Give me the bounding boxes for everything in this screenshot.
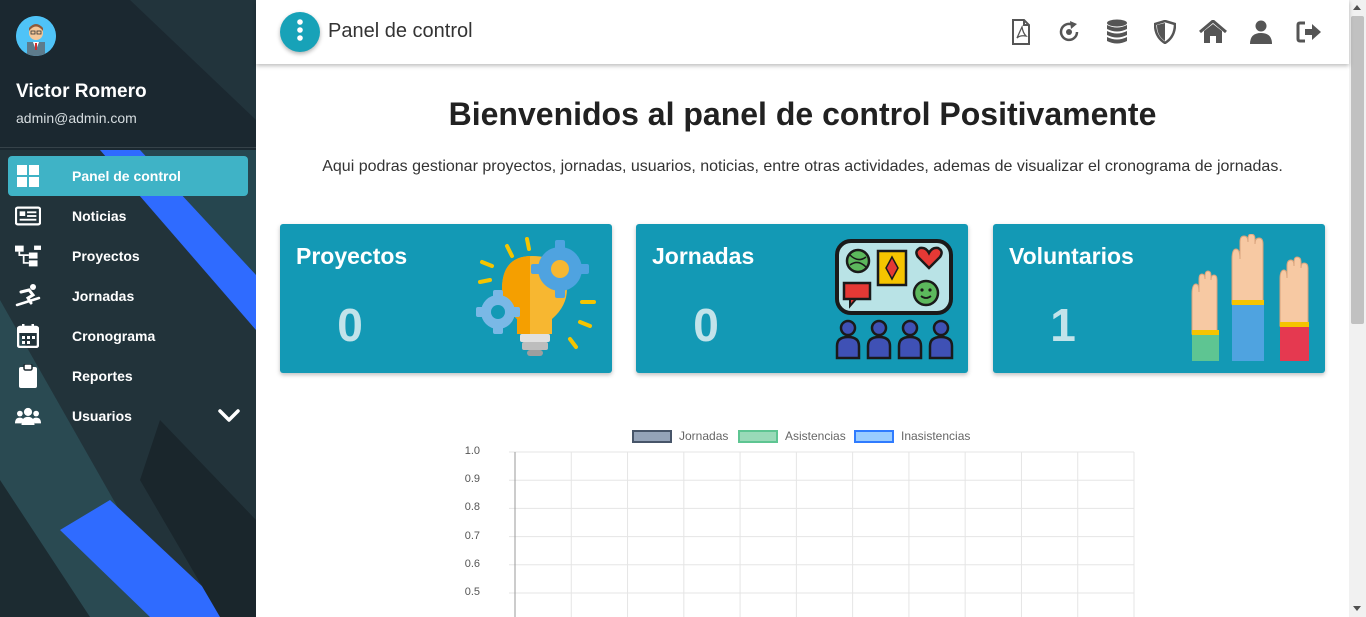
scroll-down-icon[interactable] bbox=[1353, 606, 1361, 611]
logout-icon[interactable] bbox=[1295, 18, 1323, 46]
sidebar-item-label: Noticias bbox=[72, 208, 127, 224]
card-proyectos[interactable]: Proyectos 0 bbox=[280, 224, 612, 373]
sidebar-item-panel-de-control[interactable]: Panel de control bbox=[8, 156, 248, 196]
chevron-down-icon[interactable] bbox=[218, 406, 240, 426]
card-jornadas[interactable]: Jornadas 0 bbox=[636, 224, 968, 373]
sitemap-icon bbox=[15, 244, 41, 268]
kebab-menu-icon bbox=[296, 18, 304, 46]
home-icon[interactable] bbox=[1199, 18, 1227, 46]
scroll-up-icon[interactable] bbox=[1353, 5, 1361, 10]
menu-button[interactable] bbox=[280, 12, 320, 52]
welcome-heading: Bienvenidos al panel de control Positiva… bbox=[448, 96, 1157, 132]
raised-hands-icon bbox=[1191, 234, 1309, 361]
sidebar-item-label: Proyectos bbox=[72, 248, 140, 264]
sidebar-item-label: Usuarios bbox=[72, 408, 132, 424]
refresh-icon[interactable] bbox=[1055, 18, 1083, 46]
welcome-subtitle: Aqui podras gestionar proyectos, jornada… bbox=[322, 158, 1283, 175]
sidebar-item-reportes[interactable]: Reportes bbox=[8, 356, 248, 396]
card-value: 0 bbox=[693, 299, 719, 351]
card-title: Proyectos bbox=[296, 243, 408, 269]
card-title: Voluntarios bbox=[1009, 243, 1134, 269]
page-title: Panel de control bbox=[328, 20, 473, 42]
jornadas-chart: Jornadas Asistencias Inasistencias 1.0 0.9 0… bbox=[436, 414, 1156, 617]
sidebar-item-noticias[interactable]: Noticias bbox=[8, 196, 248, 236]
sidebar-item-label: Reportes bbox=[72, 368, 133, 384]
dashboard-icon bbox=[15, 164, 41, 188]
user-name: Victor Romero bbox=[16, 81, 147, 102]
page-scrollbar[interactable] bbox=[1349, 0, 1366, 617]
sidebar-item-cronograma[interactable]: Cronograma bbox=[8, 316, 248, 356]
chart-plot-area bbox=[509, 451, 1135, 617]
topbar: Panel de control bbox=[256, 0, 1349, 64]
card-voluntarios[interactable]: Voluntarios 1 bbox=[993, 224, 1325, 373]
sidebar-item-jornadas[interactable]: Jornadas bbox=[8, 276, 248, 316]
file-pdf-icon[interactable] bbox=[1007, 18, 1035, 46]
database-icon[interactable] bbox=[1103, 18, 1131, 46]
snowboarding-icon bbox=[15, 284, 41, 308]
sidebar-item-label: Jornadas bbox=[72, 288, 135, 304]
sidebar: Victor Romero admin@admin.com Panel de c… bbox=[0, 0, 256, 617]
main-content: Bienvenidos al panel de control Positiva… bbox=[256, 64, 1349, 617]
sidebar-item-label: Panel de control bbox=[72, 168, 181, 184]
card-value: 1 bbox=[1050, 299, 1076, 351]
user-icon[interactable] bbox=[1247, 18, 1275, 46]
sidebar-item-proyectos[interactable]: Proyectos bbox=[8, 236, 248, 276]
meeting-board-icon bbox=[835, 239, 954, 360]
sidebar-item-label: Cronograma bbox=[72, 328, 156, 344]
sidebar-item-usuarios[interactable]: Usuarios bbox=[8, 396, 248, 436]
shield-icon[interactable] bbox=[1151, 18, 1179, 46]
scrollbar-thumb[interactable] bbox=[1351, 16, 1364, 324]
sidebar-divider bbox=[0, 147, 256, 148]
lightbulb-gears-icon bbox=[476, 237, 596, 356]
clipboard-icon bbox=[15, 364, 41, 388]
calendar-icon bbox=[15, 324, 41, 348]
user-email: admin@admin.com bbox=[16, 110, 137, 126]
card-title: Jornadas bbox=[652, 243, 755, 269]
avatar[interactable] bbox=[16, 16, 56, 56]
newspaper-icon bbox=[15, 204, 41, 228]
users-icon bbox=[15, 404, 41, 428]
card-value: 0 bbox=[337, 299, 363, 351]
